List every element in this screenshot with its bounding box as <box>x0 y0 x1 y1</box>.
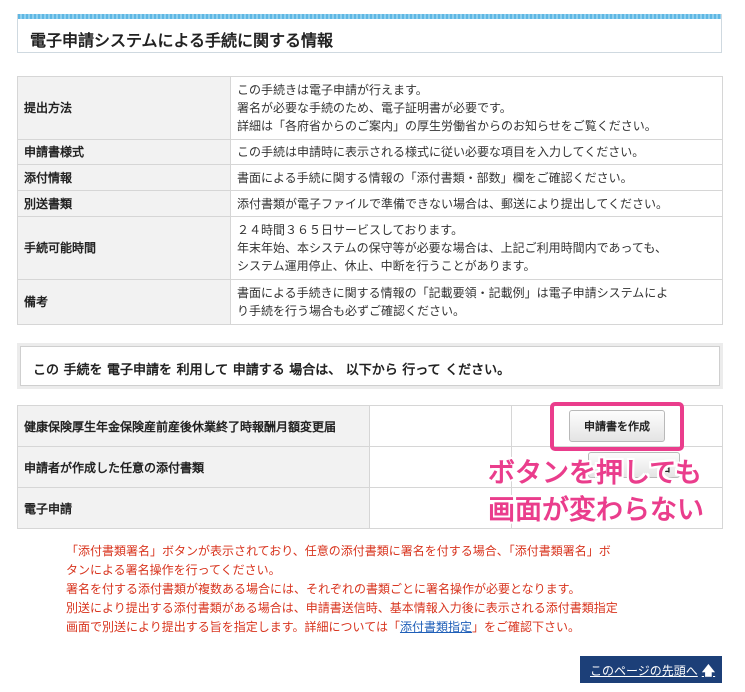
notice-box: この 手続を 電子申請を 利用して 申請する 場合は、 以下から 行って くださ… <box>17 343 723 389</box>
annotation-line-1: ボタンを押しても <box>488 458 702 489</box>
row-value: 書面による手続きに関する情報の「記載要領・記載例」は電子申請システムによ り手続… <box>230 279 723 325</box>
row-value: 書面による手続に関する情報の「添付書類・部数」欄をご確認ください。 <box>230 164 723 191</box>
row-label: 添付情報 <box>17 164 231 191</box>
attachment-label: 申請者が作成した任意の添付書類 <box>17 446 370 488</box>
arrow-up-icon: 🡅 <box>701 664 716 679</box>
row-value: ２４時間３６５日サービスしております。 年末年始、本システムの保守等が必要な場合… <box>230 216 723 280</box>
row-value: この手続きは電子申請が行えます。 署名が必要な手続のため、電子証明書が必要です。… <box>230 76 723 140</box>
empty-cell <box>369 405 512 447</box>
attachment-designation-link[interactable]: 添付書類指定 <box>400 620 472 634</box>
row-label: 手続可能時間 <box>17 216 231 280</box>
table-row: 提出方法 この手続きは電子申請が行えます。 署名が必要な手続のため、電子証明書が… <box>17 76 723 140</box>
table-row: 別送書類 添付書類が電子ファイルで準備できない場合は、郵送により提出してください… <box>17 190 723 217</box>
procedure-info-table: 提出方法 この手続きは電子申請が行えます。 署名が必要な手続のため、電子証明書が… <box>17 76 723 325</box>
form-name-label: 健康保険厚生年金保険産前産後休業終了時報酬月額変更届 <box>17 405 370 447</box>
table-row: 添付情報 書面による手続に関する情報の「添付書類・部数」欄をご確認ください。 <box>17 164 723 191</box>
attachment-notice: 「添付書類署名」ボタンが表示されており、任意の添付書類に署名を付する場合、「添付… <box>66 544 618 634</box>
table-row: 備考 書面による手続きに関する情報の「記載要領・記載例」は電子申請システムによ … <box>17 279 723 325</box>
section-header: 電子申請システムによる手続に関する情報 <box>17 14 722 53</box>
row-label: 提出方法 <box>17 76 231 140</box>
annotation-line-2: 画面が変わらない <box>488 495 704 526</box>
row-value: 添付書類が電子ファイルで準備できない場合は、郵送により提出してください。 <box>230 190 723 217</box>
page-title: 電子申請システムによる手続に関する情報 <box>30 31 334 50</box>
row-label: 別送書類 <box>17 190 231 217</box>
row-label: 備考 <box>17 279 231 325</box>
esubmit-label: 電子申請 <box>17 487 370 529</box>
page-top-link[interactable]: このページの先頭へ 🡅 <box>580 656 722 683</box>
header-stripe <box>18 14 721 19</box>
table-row: 申請書様式 この手続は申請時に表示される様式に従い必要な項目を入力してください。 <box>17 139 723 165</box>
notice-text: この 手続を 電子申請を 利用して 申請する 場合は、 以下から 行って くださ… <box>20 346 720 386</box>
highlight-box <box>550 402 684 451</box>
row-value: この手続は申請時に表示される様式に従い必要な項目を入力してください。 <box>230 139 723 165</box>
row-label: 申請書様式 <box>17 139 231 165</box>
table-row: 手続可能時間 ２４時間３６５日サービスしております。 年末年始、本システムの保守… <box>17 216 723 280</box>
